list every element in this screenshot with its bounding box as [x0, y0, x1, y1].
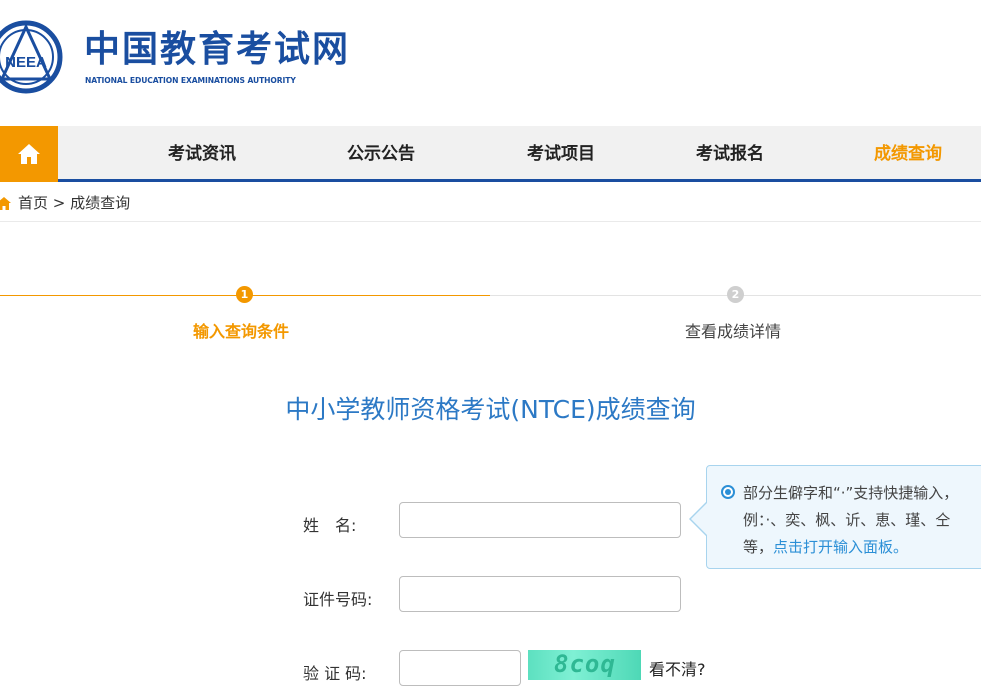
neea-emblem-icon[interactable]: NEEA [0, 13, 64, 105]
nav-item-announcements[interactable]: 公示公告 [321, 126, 441, 182]
site-header: NEEA 中国教育考试网 NATIONAL EDUCATION EXAMINAT… [0, 0, 981, 126]
home-icon [0, 197, 11, 210]
site-name-en: NATIONAL EDUCATION EXAMINATIONS AUTHORIT… [85, 76, 296, 85]
captcha-label: 验 证 码: [303, 664, 367, 683]
step-1-label: 输入查询条件 [193, 322, 290, 341]
tooltip-text: 部分生僻字和“·”支持快捷输入，例：·、奕、枫、䜣、恵、瑾、仝等，点击打开输入面… [743, 480, 968, 561]
breadcrumb: 首页 > 成绩查询 [0, 185, 981, 222]
captcha-input[interactable] [399, 650, 521, 686]
nav-item-registration[interactable]: 考试报名 [670, 126, 790, 182]
info-bullet-icon [721, 485, 735, 499]
svg-text:NEEA: NEEA [5, 54, 47, 71]
nav-home-button[interactable] [0, 126, 58, 182]
breadcrumb-text[interactable]: 首页 > 成绩查询 [18, 185, 130, 222]
rare-char-tooltip: 部分生僻字和“·”支持快捷输入，例：·、奕、枫、䜣、恵、瑾、仝等，点击打开输入面… [706, 465, 981, 569]
nav-item-score-query[interactable]: 成绩查询 [848, 126, 968, 182]
site-name-cn[interactable]: 中国教育考试网 [84, 30, 350, 70]
step-1-marker: 1 [236, 286, 253, 303]
nav-item-exam-news[interactable]: 考试资讯 [142, 126, 262, 182]
home-icon [18, 144, 40, 164]
form-title: 中小学教师资格考试(NTCE)成绩查询 [285, 395, 696, 424]
nav-item-exam-projects[interactable]: 考试项目 [501, 126, 621, 182]
tooltip-arrow-fill [691, 503, 707, 535]
id-number-label: 证件号码: [303, 590, 373, 609]
open-input-panel-link[interactable]: 点击打开输入面板。 [773, 538, 908, 556]
name-input[interactable] [399, 502, 681, 538]
captcha-image-text: 8coq [554, 650, 616, 678]
name-label: 姓 名: [303, 516, 357, 535]
step-2-label: 查看成绩详情 [685, 322, 782, 341]
id-number-input[interactable] [399, 576, 681, 612]
captcha-refresh-link[interactable]: 看不清? [649, 656, 706, 680]
step-2-marker: 2 [727, 286, 744, 303]
main-nav: 考试资讯 公示公告 考试项目 考试报名 成绩查询 [0, 126, 981, 182]
captcha-image[interactable]: 8coq [528, 650, 641, 680]
